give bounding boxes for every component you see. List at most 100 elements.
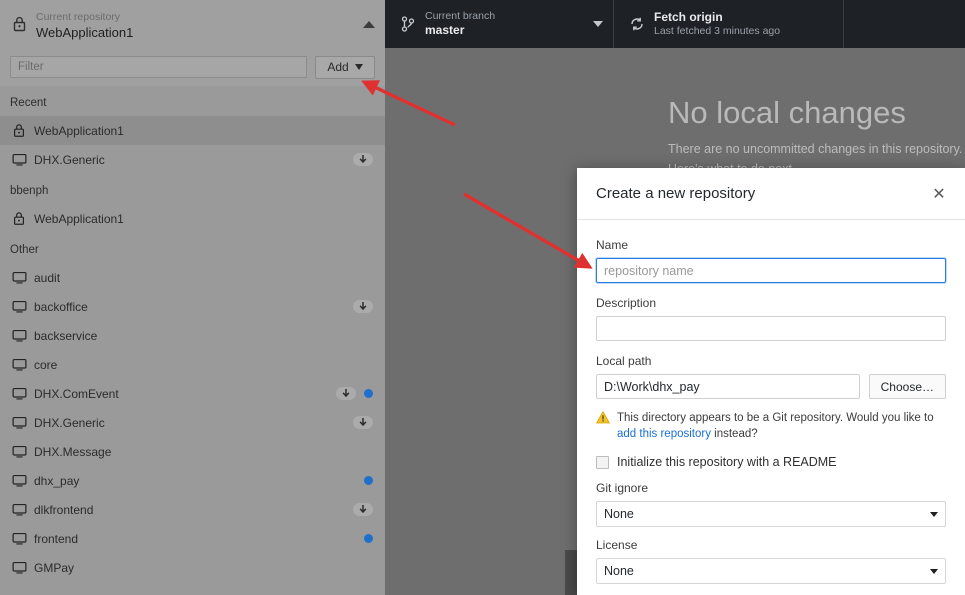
repository-list-item[interactable]: WebApplication1 (0, 204, 385, 233)
monitor-icon (12, 532, 34, 546)
gitignore-select-wrap: None (596, 501, 946, 527)
current-repository-header[interactable]: Current repository WebApplication1 (0, 0, 385, 48)
repository-list-item[interactable]: WebApplication1 (0, 116, 385, 145)
warning-text-after: instead? (710, 428, 758, 440)
repository-list-item[interactable]: DHX.Generic (0, 408, 385, 437)
warning-text-before: This directory appears to be a Git repos… (617, 412, 934, 424)
repository-list-item[interactable]: backservice (0, 321, 385, 350)
changes-dot-icon (364, 476, 373, 485)
repository-badges (353, 300, 373, 313)
pull-badge-icon (353, 503, 373, 516)
repository-badges (353, 153, 373, 166)
warning-icon (595, 410, 611, 429)
current-repository-label: Current repository (36, 11, 121, 23)
repository-badges (353, 416, 373, 429)
name-input[interactable] (596, 258, 946, 283)
monitor-icon (12, 561, 34, 575)
repository-name: GMPay (34, 560, 75, 575)
fetch-origin-text: Fetch origin Last fetched 3 minutes ago (648, 10, 833, 38)
monitor-icon (12, 300, 34, 314)
repository-list-item[interactable]: DHX.Generic (0, 145, 385, 174)
repository-group-header: bbenph (10, 185, 49, 197)
pull-badge-icon (353, 300, 373, 313)
repository-badges (336, 387, 373, 400)
repository-list-item[interactable]: GMPay (0, 553, 385, 582)
lock-icon (12, 16, 36, 32)
current-repository-value: WebApplication1 (36, 25, 134, 40)
dialog-body: Name Description Local path Choose… (577, 220, 965, 595)
git-repository-warning: This directory appears to be a Git repos… (595, 410, 946, 442)
repository-name: backservice (34, 328, 98, 343)
lock-icon (12, 211, 34, 226)
current-branch-button[interactable]: Current branch master (385, 0, 613, 48)
choose-button[interactable]: Choose… (868, 374, 946, 399)
dialog-scrollbar[interactable] (565, 550, 577, 595)
repository-list-item[interactable]: dhx_pay (0, 466, 385, 495)
repository-name: frontend (34, 531, 79, 546)
add-this-repository-link[interactable]: add this repository (617, 428, 711, 440)
description-input[interactable] (596, 316, 946, 341)
repository-group-header: Other (10, 244, 39, 256)
repository-list-item[interactable]: core (0, 350, 385, 379)
repository-name: WebApplication1 (34, 211, 124, 226)
filter-input[interactable] (10, 56, 307, 78)
chevron-up-icon[interactable] (363, 20, 375, 28)
chevron-down-icon (354, 64, 363, 70)
license-select-wrap: None (596, 558, 946, 584)
gitignore-label: Git ignore (596, 481, 649, 495)
monitor-icon (12, 387, 34, 401)
repository-sidebar: Current repository WebApplication1 Add R… (0, 0, 385, 595)
readme-checkbox[interactable] (596, 455, 609, 469)
repository-group-header: Recent (10, 97, 47, 109)
repository-badges (336, 534, 373, 543)
repository-list-item[interactable]: frontend (0, 524, 385, 553)
close-icon[interactable]: ✕ (927, 182, 951, 206)
current-branch-text: Current branch master (419, 10, 589, 38)
local-path-input[interactable] (596, 374, 860, 399)
monitor-icon (12, 271, 34, 285)
repository-badges (336, 476, 373, 485)
dialog-title: Create a new repository (596, 185, 756, 202)
fetch-origin-button[interactable]: Fetch origin Last fetched 3 minutes ago (614, 0, 843, 48)
pull-badge-icon (336, 387, 356, 400)
description-label: Description (596, 296, 657, 310)
local-path-label: Local path (596, 354, 652, 368)
current-branch-value: master (425, 23, 465, 37)
repository-list-item[interactable]: DHX.Message (0, 437, 385, 466)
repository-name: core (34, 357, 58, 372)
changes-dot-icon (364, 389, 373, 398)
repository-name: WebApplication1 (34, 123, 124, 138)
repository-list-item[interactable]: audit (0, 263, 385, 292)
local-path-row: Choose… (596, 374, 946, 399)
repository-name: dlkfrontend (34, 502, 94, 517)
toolbar-divider-right (843, 0, 844, 48)
repository-name: DHX.ComEvent (34, 386, 119, 401)
license-select[interactable]: None (596, 558, 946, 584)
current-repository-text: Current repository WebApplication1 (36, 7, 357, 41)
monitor-icon (12, 358, 34, 372)
repository-name: dhx_pay (34, 473, 80, 488)
gitignore-select[interactable]: None (596, 501, 946, 527)
repository-list-item[interactable]: backoffice (0, 292, 385, 321)
github-desktop-window: Current repository WebApplication1 Add R… (0, 0, 965, 595)
repository-list[interactable]: Recent WebApplication1 DHX.Generic bbenph We… (0, 86, 385, 595)
chevron-down-icon (593, 21, 603, 27)
add-button[interactable]: Add (315, 55, 375, 79)
lock-icon (12, 123, 34, 138)
monitor-icon (12, 503, 34, 517)
monitor-icon (12, 153, 34, 167)
repository-name: DHX.Message (34, 444, 112, 459)
sync-icon (626, 16, 648, 32)
repository-name: backoffice (34, 299, 88, 314)
repository-list-item[interactable]: DHX.ComEvent (0, 379, 385, 408)
repository-list-item[interactable]: dlkfrontend (0, 495, 385, 524)
readme-checkbox-row: Initialize this repository with a README (596, 454, 946, 470)
add-button-label: Add (327, 60, 349, 74)
monitor-icon (12, 416, 34, 430)
pull-badge-icon (353, 416, 373, 429)
dialog-header: Create a new repository ✕ (577, 168, 965, 220)
license-label: License (596, 538, 638, 552)
branch-icon (397, 16, 419, 32)
